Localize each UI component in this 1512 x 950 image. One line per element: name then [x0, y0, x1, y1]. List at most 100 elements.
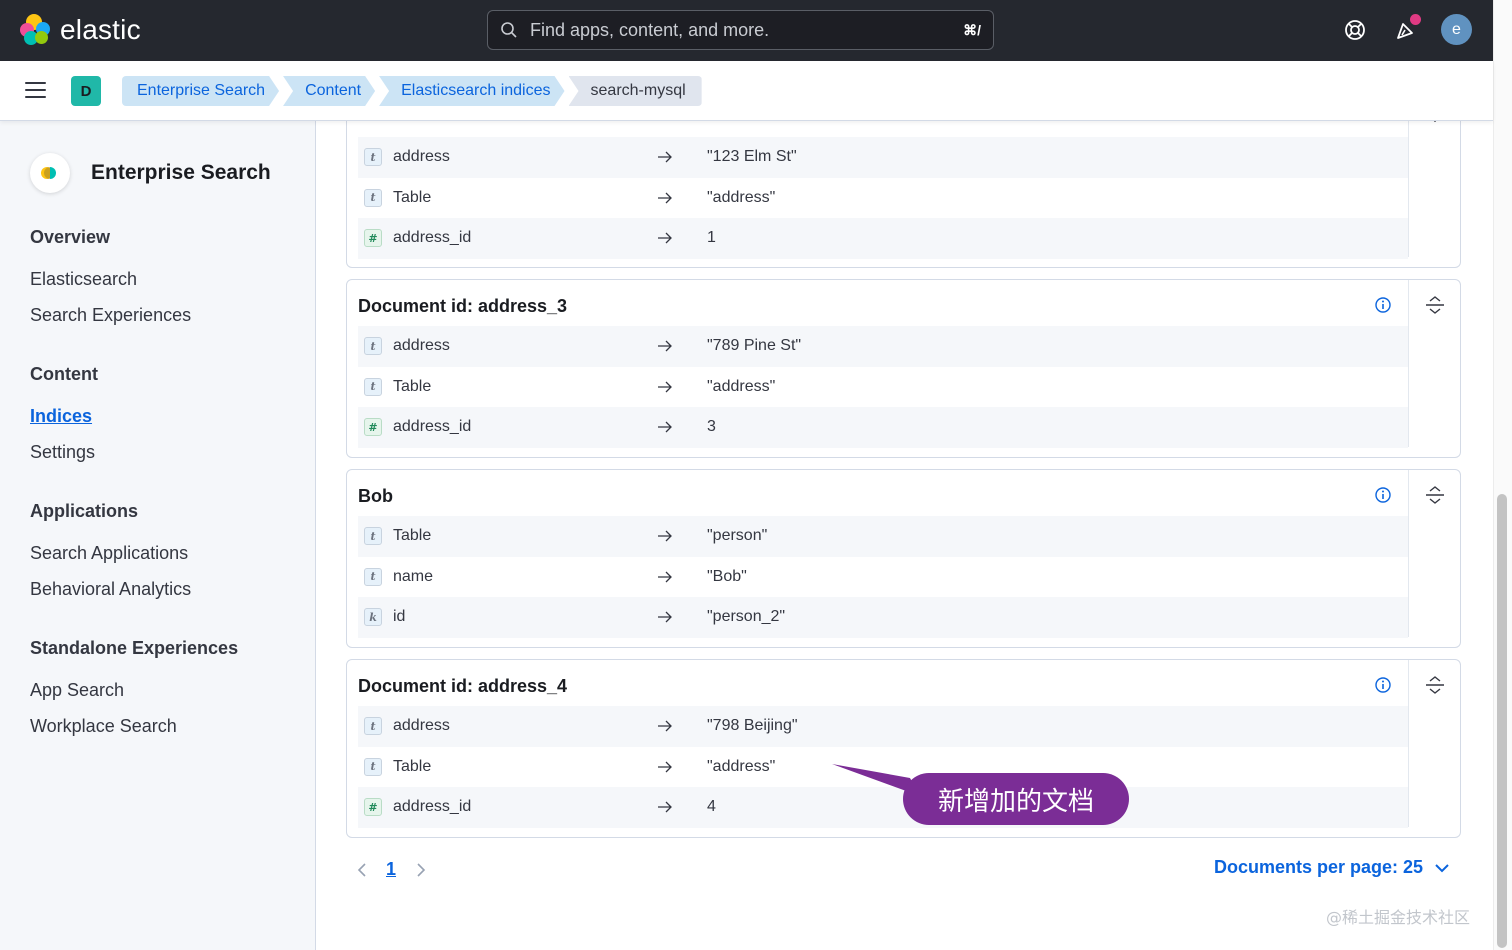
field-value: "address" — [707, 757, 776, 775]
field-row: # address_id 3 — [358, 407, 1408, 448]
info-icon[interactable] — [1374, 486, 1392, 504]
documents-panel: t address "123 Elm St" t Table "address"… — [317, 121, 1493, 950]
card-divider — [1408, 121, 1409, 257]
field-row: k id "person_2" — [358, 597, 1408, 638]
space-avatar[interactable]: D — [71, 76, 101, 106]
nav-group-standalone: Standalone Experiences App Search Workpl… — [30, 638, 238, 748]
nav-heading-overview: Overview — [30, 227, 111, 247]
breadcrumb-elasticsearch-indices[interactable]: Elasticsearch indices — [379, 76, 564, 106]
string-type-icon: t — [364, 148, 382, 167]
menu-toggle-icon[interactable] — [25, 82, 46, 100]
field-value: "798 Beijing" — [707, 717, 798, 735]
breadcrumb-enterprise-search[interactable]: Enterprise Search — [122, 76, 279, 106]
document-title: Document id: address_3 — [358, 296, 568, 316]
field-value: "address" — [707, 377, 776, 395]
nav-item-search-experiences[interactable]: Search Experiences — [30, 301, 191, 337]
document-card: Bob t Table "person" t name "Bob" k id "… — [346, 469, 1461, 648]
breadcrumb-current-index: search-mysql — [568, 76, 702, 106]
field-value: "person" — [707, 527, 768, 545]
field-row: t Table "address" — [358, 367, 1408, 408]
elastic-logo-icon — [20, 14, 52, 46]
field-value: 4 — [707, 798, 716, 816]
nav-heading-standalone: Standalone Experiences — [30, 638, 239, 658]
document-fields: t address "789 Pine St" t Table "address… — [358, 326, 1408, 448]
card-divider — [1408, 280, 1409, 447]
expand-icon[interactable] — [1424, 674, 1446, 696]
side-nav-title: Enterprise Search — [91, 161, 271, 184]
number-type-icon: # — [364, 798, 382, 817]
field-row: t Table "person" — [358, 516, 1408, 557]
number-type-icon: # — [364, 229, 382, 248]
field-row: t address "789 Pine St" — [358, 326, 1408, 367]
field-value: "person_2" — [707, 608, 786, 626]
documents-per-page-button[interactable]: Documents per page: 25 — [1214, 857, 1451, 878]
arrow-right-icon — [658, 151, 672, 163]
per-page-label: Documents per page: 25 — [1214, 857, 1424, 877]
document-fields: t address "123 Elm St" t Table "address"… — [358, 137, 1408, 259]
arrow-right-icon — [658, 421, 672, 433]
expand-icon[interactable] — [1424, 484, 1446, 506]
field-name: Table — [393, 377, 432, 395]
string-type-icon: t — [364, 757, 382, 776]
info-icon[interactable] — [1374, 676, 1392, 694]
field-row: t address "798 Beijing" — [358, 706, 1408, 747]
document-card: Document id: address_3 t address "789 Pi… — [346, 279, 1461, 458]
field-name: Table — [393, 527, 432, 545]
document-title: Document id: address_4 — [358, 676, 568, 696]
field-value: 3 — [707, 418, 716, 436]
field-name: address — [393, 148, 450, 166]
field-value: "Bob" — [707, 567, 747, 585]
nav-heading-content: Content — [30, 364, 98, 384]
watermark: @稀土掘金技术社区 — [1326, 908, 1471, 927]
nav-heading-applications: Applications — [30, 501, 139, 521]
nav-item-search-applications[interactable]: Search Applications — [30, 539, 191, 575]
info-icon[interactable] — [1374, 296, 1392, 314]
card-divider — [1408, 470, 1409, 637]
previous-page-icon[interactable] — [355, 862, 369, 878]
card-divider — [1408, 660, 1409, 827]
scrollbar-thumb[interactable] — [1497, 494, 1507, 948]
field-name: name — [393, 567, 434, 585]
field-name: address_id — [393, 229, 472, 247]
keyword-type-icon: k — [364, 608, 382, 627]
expand-icon[interactable] — [1424, 294, 1446, 316]
field-name: address_id — [393, 798, 472, 816]
number-type-icon: # — [364, 418, 382, 437]
nav-item-workplace-search[interactable]: Workplace Search — [30, 712, 238, 748]
global-search-input[interactable]: Find apps, content, and more. ⌘/ — [487, 10, 994, 50]
nav-item-indices[interactable]: Indices — [30, 402, 98, 438]
search-shortcut: ⌘/ — [963, 22, 981, 38]
nav-item-elasticsearch[interactable]: Elasticsearch — [30, 265, 191, 301]
arrow-right-icon — [658, 801, 672, 813]
field-name: address_id — [393, 418, 472, 436]
arrow-right-icon — [658, 530, 672, 542]
field-name: Table — [393, 188, 432, 206]
elastic-logo[interactable]: elastic — [20, 14, 141, 46]
nav-group-overview: Overview Elasticsearch Search Experience… — [30, 227, 191, 337]
user-avatar[interactable]: e — [1441, 14, 1472, 45]
enterprise-search-logo-icon — [30, 153, 70, 193]
arrow-right-icon — [658, 571, 672, 583]
page-number-button[interactable]: 1 — [386, 859, 396, 880]
arrow-right-icon — [658, 761, 672, 773]
document-title: Bob — [358, 486, 393, 506]
chevron-down-icon — [1435, 863, 1449, 872]
annotation-callout: 新增加的文档 — [903, 773, 1129, 825]
expand-icon[interactable] — [1424, 121, 1446, 130]
top-header: elastic Find apps, content, and more. ⌘/… — [0, 0, 1493, 61]
arrow-right-icon — [658, 340, 672, 352]
nav-item-behavioral-analytics[interactable]: Behavioral Analytics — [30, 575, 191, 611]
next-page-icon[interactable] — [414, 862, 428, 878]
nav-item-app-search[interactable]: App Search — [30, 676, 238, 712]
breadcrumb-content[interactable]: Content — [283, 76, 375, 106]
string-type-icon: t — [364, 567, 382, 586]
field-value: "789 Pine St" — [707, 337, 802, 355]
field-row: t name "Bob" — [358, 557, 1408, 598]
arrow-right-icon — [658, 192, 672, 204]
field-value: 1 — [707, 229, 716, 247]
arrow-right-icon — [658, 720, 672, 732]
nav-group-content: Content Indices Settings — [30, 364, 98, 474]
arrow-right-icon — [658, 611, 672, 623]
nav-item-settings[interactable]: Settings — [30, 438, 98, 474]
help-icon[interactable] — [1341, 16, 1369, 44]
